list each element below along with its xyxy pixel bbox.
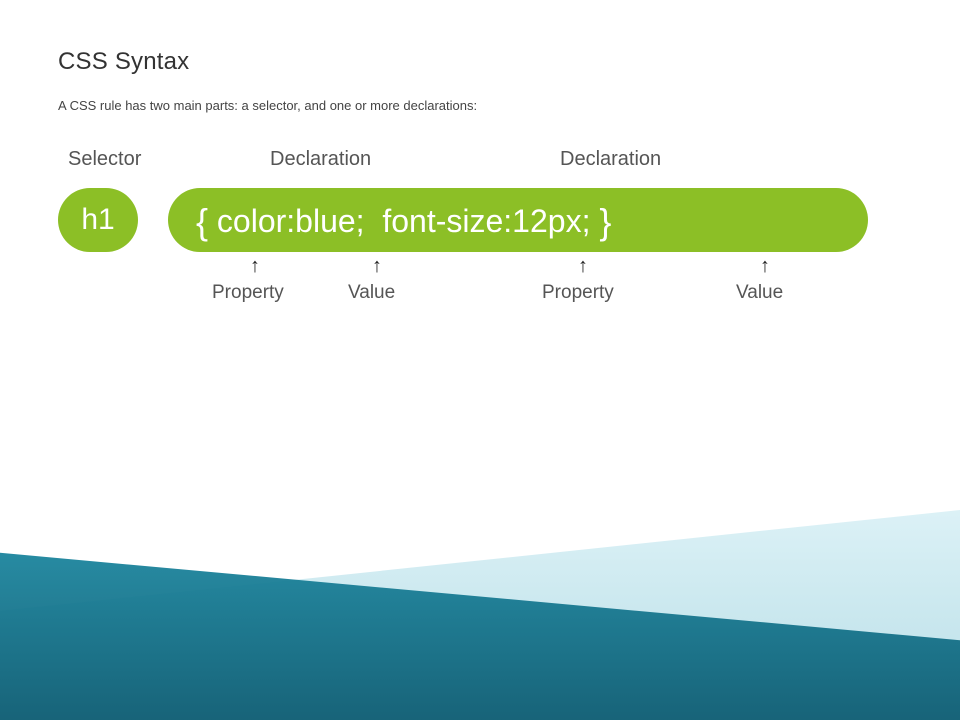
arrow-icon: ↑	[760, 256, 770, 276]
label-value-2: Value	[736, 282, 783, 304]
label-value-1: Value	[348, 282, 395, 304]
label-declaration-1: Declaration	[270, 148, 371, 171]
arrow-icon: ↑	[372, 256, 382, 276]
arrow-icon: ↑	[578, 256, 588, 276]
page-title: CSS Syntax	[58, 48, 189, 76]
property-1: color	[217, 189, 286, 253]
label-property-2: Property	[542, 282, 614, 304]
label-selector: Selector	[68, 148, 141, 171]
label-declaration-2: Declaration	[560, 148, 661, 171]
colon-2: :	[503, 189, 512, 253]
selector-pill: h1	[58, 188, 138, 252]
slide: CSS Syntax A CSS rule has two main parts…	[0, 0, 960, 720]
semicolon-1: ;	[356, 189, 365, 253]
arrow-icon: ↑	[250, 256, 260, 276]
declaration-pill: { color:blue; font-size:12px; }	[168, 188, 868, 252]
value-1: blue	[295, 189, 356, 253]
label-property-1: Property	[212, 282, 284, 304]
page-subtitle: A CSS rule has two main parts: a selecto…	[58, 98, 477, 113]
open-brace: {	[196, 190, 208, 254]
property-2: font-size	[382, 189, 503, 253]
value-2: 12px	[512, 189, 581, 253]
close-brace: }	[599, 190, 611, 254]
colon-1: :	[286, 189, 295, 253]
semicolon-2: ;	[582, 189, 591, 253]
selector-text: h1	[81, 203, 114, 237]
